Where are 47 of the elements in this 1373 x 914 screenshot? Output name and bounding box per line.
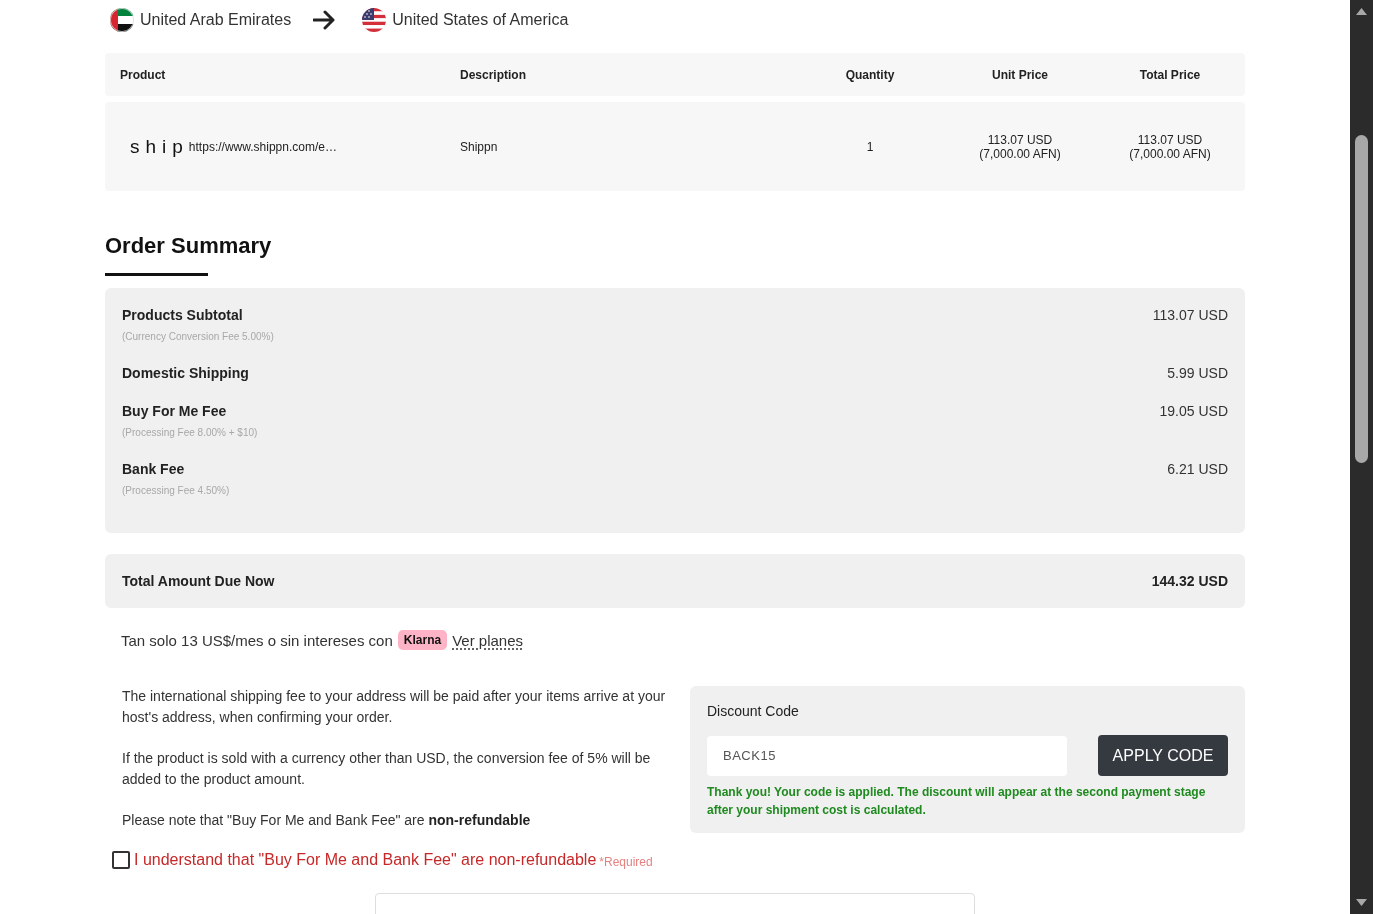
destination-country: United States of America <box>392 11 569 29</box>
origin-country: United Arab Emirates <box>140 11 292 29</box>
fee-note: (Processing Fee 8.00% + $10) <box>122 426 258 440</box>
column-header: Description <box>459 67 526 82</box>
required-note: *Required <box>599 854 653 869</box>
summary-label: Bank Fee <box>122 460 186 478</box>
info-paragraph: The international shipping fee to your address will be paid after your items arrive at your host's address, when confirming your order. <box>122 687 667 727</box>
summary-label: Products Subtotal <box>122 306 244 324</box>
product-logo: ship <box>130 135 189 158</box>
flag-icon <box>362 8 387 32</box>
scroll-down-icon[interactable] <box>1356 899 1367 906</box>
product-link[interactable]: https://www.shippn.com/e… <box>188 139 337 154</box>
column-header: Quantity <box>845 67 895 82</box>
column-header: Product <box>119 67 166 82</box>
summary-value: 19.05 USD <box>1159 402 1228 420</box>
info-paragraph: Please note that "Buy For Me and Bank Fee" are non-refundable <box>122 811 532 830</box>
summary-value: 113.07 USD <box>1152 306 1228 324</box>
summary-value: 6.21 USD <box>1167 460 1228 478</box>
success-message: Thank you! Your code is applied. The discount will appear at the second payment stage after your shipment cost is calculated. <box>707 784 1207 819</box>
flag-icon <box>110 8 134 32</box>
fee-note: (Processing Fee 4.50%) <box>122 484 230 498</box>
apply-code-button[interactable]: APPLY CODE <box>1098 735 1228 776</box>
fee-note: (Currency Conversion Fee 5.00%) <box>122 330 274 344</box>
summary-label: Domestic Shipping <box>122 364 249 382</box>
plans-link[interactable]: Ver planes <box>452 631 524 649</box>
discount-label: Discount Code <box>707 702 800 720</box>
installment-text: Tan solo 13 US$/mes o sin intereses con <box>121 631 393 649</box>
table-cell: 1 <box>866 139 874 154</box>
summary-label: Buy For Me Fee <box>122 402 228 420</box>
table-cell-text: Shippn <box>459 139 498 154</box>
checkbox[interactable] <box>112 851 130 869</box>
arrow-right-icon <box>313 10 337 30</box>
summary-value: 5.99 USD <box>1167 364 1228 382</box>
column-header: Unit Price <box>992 67 1048 82</box>
scrollbar[interactable] <box>1350 0 1373 914</box>
column-header: Total Price <box>1139 67 1201 82</box>
agreement-label[interactable]: I understand that "Buy For Me and Bank Fee" are non-refundable <box>134 851 597 869</box>
total-value: 144.32 USD <box>1151 573 1228 589</box>
section-title: Order Summary <box>105 232 273 260</box>
scrollbar-thumb[interactable] <box>1355 135 1368 463</box>
info-paragraph: If the product is sold with a currency other than USD, the conversion fee of 5% will be added to the product amount. <box>122 749 652 789</box>
payment-badge: Klarna <box>397 630 448 650</box>
table-cell: 113.07 USD (7,000.00 AFN) <box>979 132 1061 161</box>
discount-code-field[interactable]: BACK15 <box>707 735 1067 776</box>
table-cell: 113.07 USD (7,000.00 AFN) <box>1129 132 1211 161</box>
total-label: Total Amount Due Now <box>122 573 275 589</box>
scroll-up-icon[interactable] <box>1356 8 1367 15</box>
